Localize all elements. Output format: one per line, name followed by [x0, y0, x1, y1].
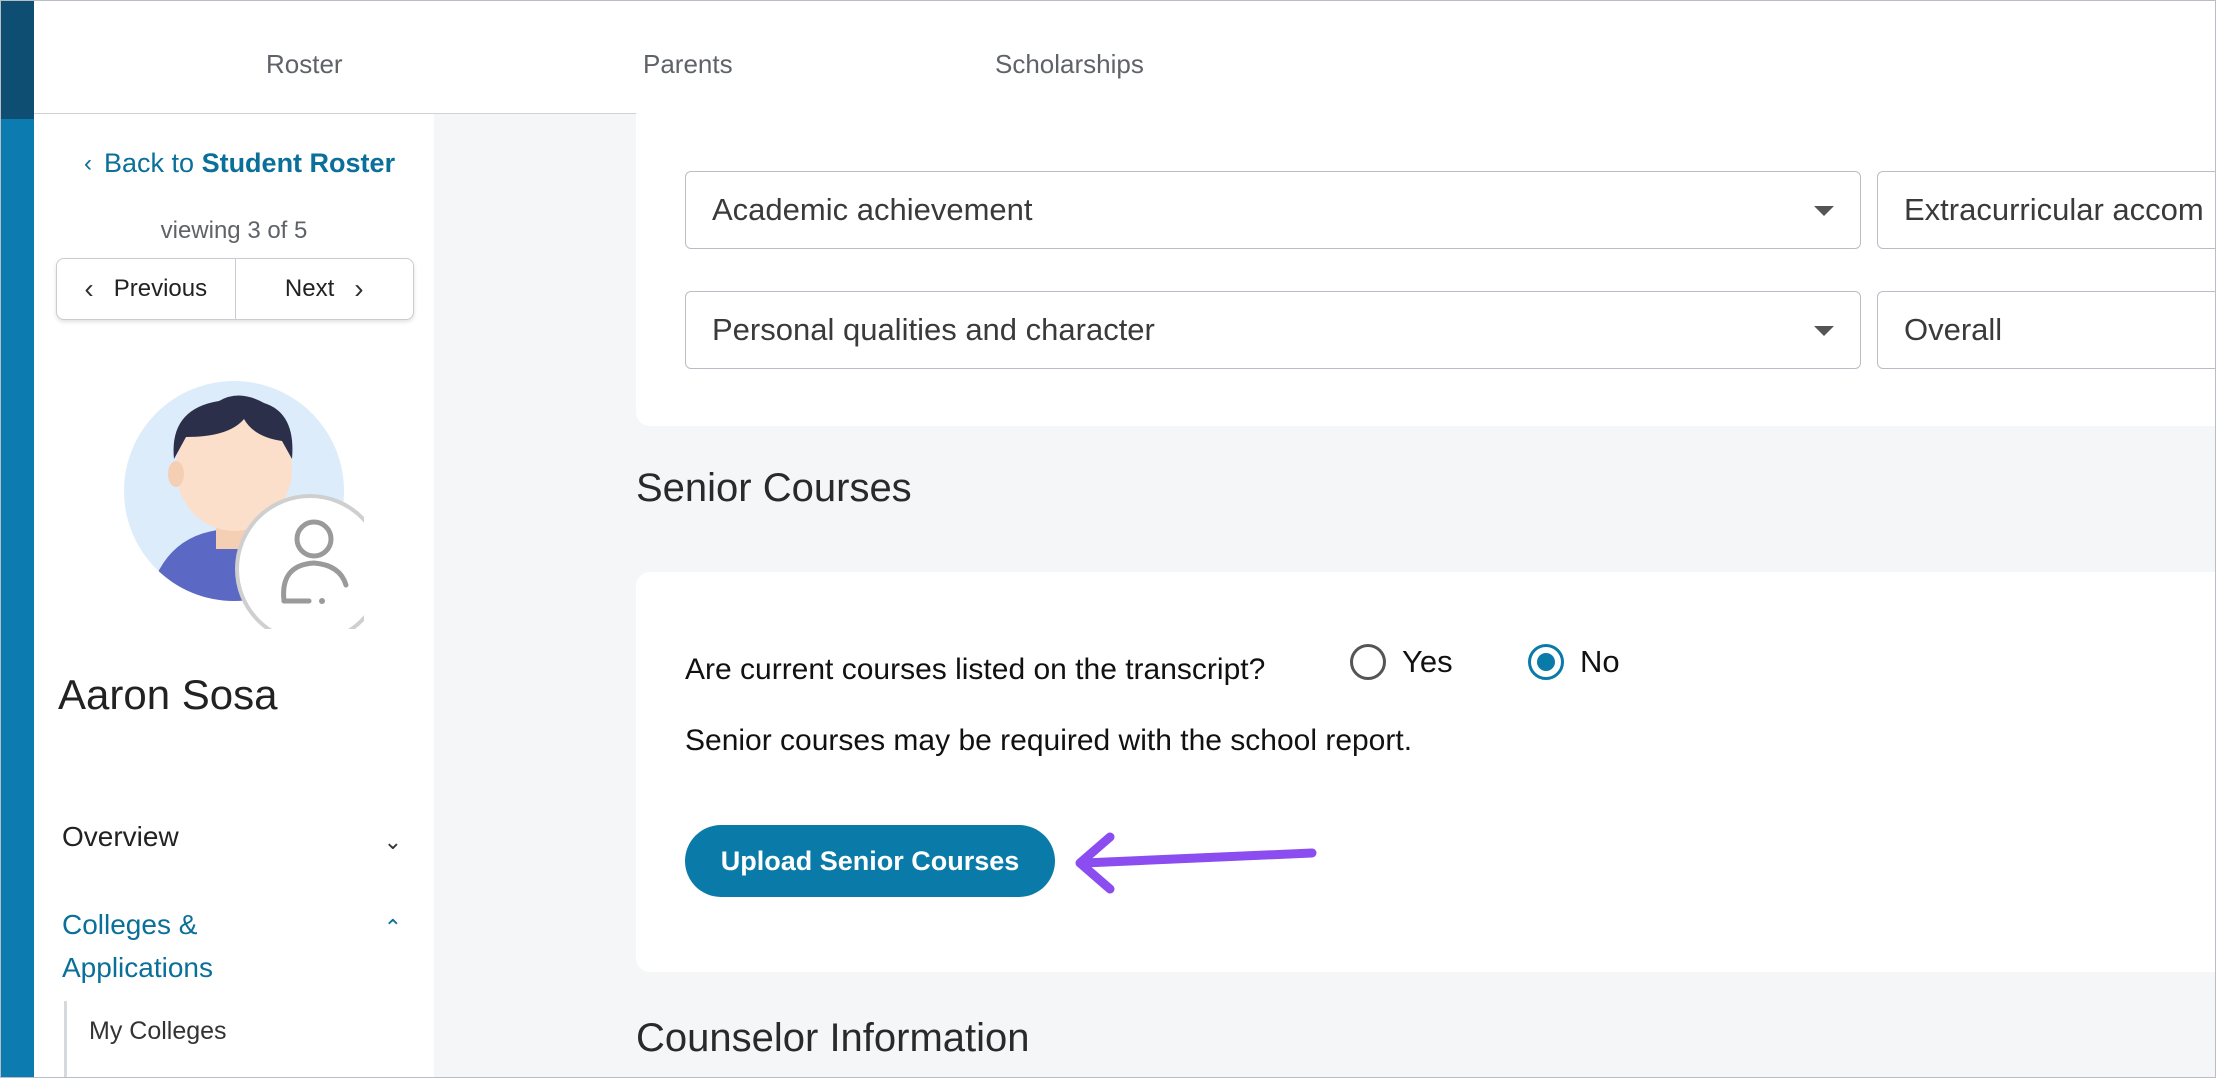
- back-link-text: Back to Student Roster: [104, 148, 395, 179]
- chevron-left-icon: ‹: [84, 149, 92, 177]
- rating-select-extracurricular[interactable]: Extracurricular accom: [1877, 171, 2215, 249]
- avatar: [124, 379, 385, 644]
- sidebar-item-overview[interactable]: Overview ⌄: [62, 821, 402, 855]
- senior-courses-note: Senior courses may be required with the …: [685, 724, 1413, 757]
- tab-scholarships[interactable]: Scholarships: [995, 49, 1144, 80]
- left-app-strip: [1, 1, 34, 1077]
- previous-button[interactable]: ‹ Previous: [57, 259, 235, 319]
- previous-label: Previous: [113, 275, 208, 302]
- senior-courses-heading: Senior Courses: [636, 466, 912, 510]
- sidebar-item-my-colleges[interactable]: My Colleges: [89, 1017, 227, 1046]
- rating-select-personal[interactable]: Personal qualities and character: [685, 291, 1861, 369]
- counselor-information-heading: Counselor Information: [636, 1016, 1030, 1060]
- student-sidebar: ‹ Back to Student Roster viewing 3 of 5 …: [34, 114, 434, 1077]
- dropdown-triangle-icon: [1814, 326, 1834, 336]
- back-link-prefix: Back to: [104, 148, 195, 178]
- dropdown-triangle-icon: [1814, 206, 1834, 216]
- senior-courses-card: Are current courses listed on the transc…: [636, 572, 2215, 972]
- sidebar-item-label: Colleges & Applications: [62, 909, 213, 983]
- select-value: Personal qualities and character: [712, 312, 1155, 347]
- back-to-roster-link[interactable]: ‹ Back to Student Roster: [84, 148, 395, 179]
- sidebar-item-colleges-applications[interactable]: Colleges & Applications ⌃: [62, 903, 402, 989]
- chevron-left-icon: ‹: [84, 273, 94, 304]
- main-content: Academic achievement Extracurricular acc…: [434, 94, 2215, 1077]
- radio-yes[interactable]: Yes: [1350, 644, 1453, 680]
- colleges-subnav: My Colleges: [64, 1001, 397, 1077]
- radio-no-circle[interactable]: [1528, 644, 1564, 680]
- select-value: Overall: [1904, 312, 2003, 347]
- chevron-right-icon: ›: [354, 273, 364, 304]
- radio-no[interactable]: No: [1528, 644, 1620, 680]
- radio-yes-label: Yes: [1402, 644, 1453, 679]
- tab-parents[interactable]: Parents: [643, 49, 733, 80]
- app-window: Roster Parents Scholarships ‹ Back to St…: [0, 0, 2216, 1078]
- radio-no-label: No: [1580, 644, 1620, 679]
- transcript-question: Are current courses listed on the transc…: [685, 653, 1266, 686]
- tab-roster[interactable]: Roster: [266, 49, 343, 80]
- annotation-arrow-icon: [1075, 832, 1317, 894]
- radio-yes-circle[interactable]: [1350, 644, 1386, 680]
- recommendation-ratings-card: Academic achievement Extracurricular acc…: [636, 94, 2215, 426]
- viewing-count: viewing 3 of 5: [160, 217, 308, 244]
- upload-senior-courses-button[interactable]: Upload Senior Courses: [685, 825, 1055, 897]
- rating-select-overall[interactable]: Overall: [1877, 291, 2215, 369]
- chevron-down-icon: ⌄: [383, 829, 402, 854]
- student-avatar-icon: [124, 381, 385, 644]
- left-strip-top: [1, 1, 34, 119]
- student-name: Aaron Sosa: [58, 671, 278, 718]
- next-label: Next: [284, 275, 335, 302]
- back-link-target: Student Roster: [201, 148, 396, 178]
- student-pager: ‹ Previous Next ›: [56, 258, 414, 320]
- chevron-up-icon: ⌃: [383, 915, 402, 940]
- sidebar-item-label: Overview: [62, 821, 179, 852]
- select-value: Academic achievement: [712, 192, 1033, 227]
- rating-select-academic[interactable]: Academic achievement: [685, 171, 1861, 249]
- select-value: Extracurricular accom: [1904, 192, 2204, 227]
- next-button[interactable]: Next ›: [234, 259, 414, 319]
